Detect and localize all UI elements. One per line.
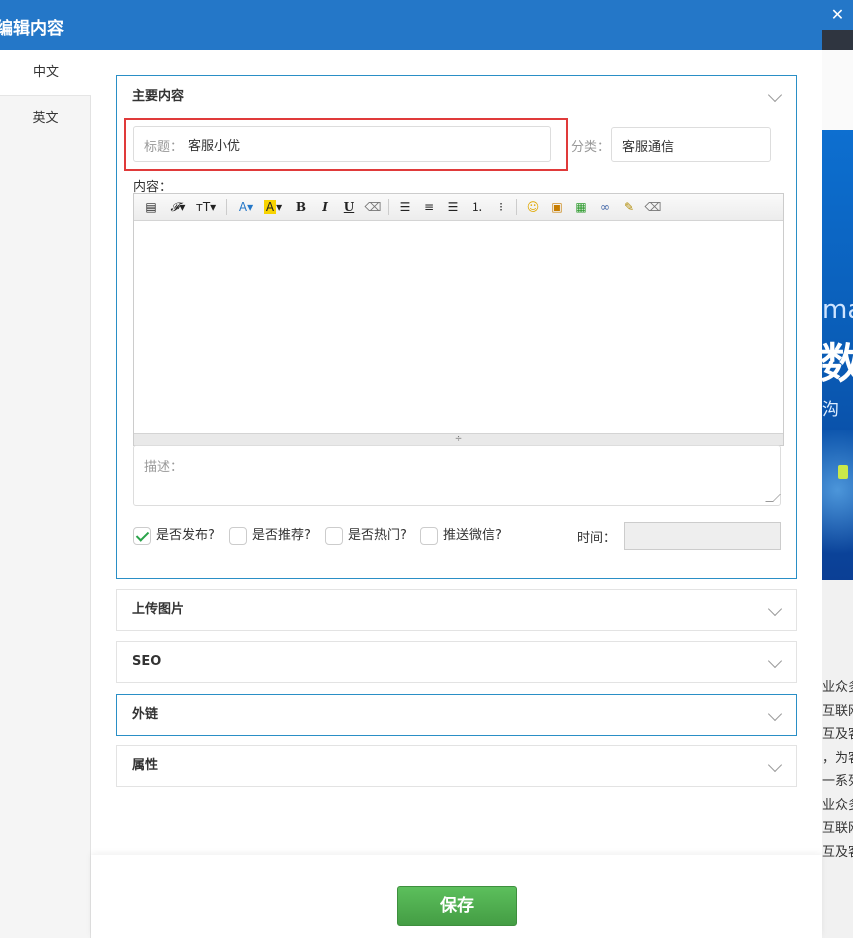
panel-external-links[interactable]: 外链: [116, 694, 797, 736]
banner-decoration: [838, 465, 848, 479]
close-icon: ✕: [830, 5, 845, 24]
toolbar-separator: [388, 199, 389, 215]
link-icon[interactable]: ∞: [595, 198, 615, 216]
editor-resize-handle[interactable]: ÷: [134, 433, 783, 445]
font-family-icon[interactable]: 𝓕▾: [166, 198, 190, 216]
panel-attributes[interactable]: 属性: [116, 745, 797, 787]
source-icon[interactable]: ▤: [141, 198, 161, 216]
background-line: 互联网: [822, 703, 853, 719]
panel-header-seo[interactable]: SEO: [117, 642, 796, 682]
resize-grip-icon[interactable]: [765, 494, 781, 502]
modal-footer: 保存: [91, 855, 822, 938]
banner-text-1: ma: [822, 295, 853, 325]
close-button[interactable]: ✕: [822, 0, 853, 30]
chevron-down-icon: [767, 87, 783, 103]
description-placeholder: 描述：: [144, 460, 184, 475]
toolbar-separator: [516, 199, 517, 215]
clear-format-icon[interactable]: ⌫: [363, 198, 383, 216]
background-line: 一系列: [822, 774, 853, 789]
paste-word-icon[interactable]: ✎: [619, 198, 639, 216]
checkbox-icon: [229, 527, 247, 545]
checkbox-icon: [325, 527, 343, 545]
edit-modal: 编辑内容 中文 英文 主要内容 标题： 分类： 客服通信: [0, 0, 822, 938]
font-color-icon[interactable]: A▾: [234, 198, 258, 216]
editor-toolbar: ▤ 𝓕▾ тT▾ A▾ A ▾ B I U ⌫ ☰ ≡ ☰ ⒈ ⁝ ☺ ▣ ▦ …: [134, 194, 783, 221]
background-banner: ma 数 沟: [822, 130, 853, 580]
checkbox-checked-icon: [133, 527, 151, 545]
background-line: 互联网: [822, 821, 853, 836]
background-line: 互及客: [822, 844, 853, 860]
panel-title: 主要内容: [132, 89, 185, 104]
tab-chinese[interactable]: 中文: [0, 50, 92, 95]
align-center-icon[interactable]: ≡: [419, 198, 439, 216]
checkbox-label: 是否推荐?: [252, 528, 311, 543]
save-button[interactable]: 保存: [397, 886, 517, 926]
background-text: 业众多 互联网 互及客 ，为客 一系列 业众多 互联网 互及客: [822, 676, 853, 864]
font-size-icon[interactable]: тT▾: [194, 198, 218, 216]
banner-glow: [822, 430, 853, 580]
panel-main-content: 主要内容 标题： 分类： 客服通信 内容： ▤ 𝓕▾: [116, 75, 797, 579]
insert-image-icon[interactable]: ▣: [547, 198, 567, 216]
background-line: ，为客: [822, 750, 853, 766]
tab-english[interactable]: 英文: [0, 95, 91, 140]
category-value: 客服通信: [622, 140, 675, 155]
background-line: 互及客: [822, 727, 853, 742]
checkbox-label: 是否热门?: [348, 528, 407, 543]
background-area: [822, 50, 853, 130]
panel-title: SEO: [132, 654, 162, 669]
ordered-list-icon[interactable]: ⒈: [467, 198, 487, 216]
panel-title: 属性: [132, 758, 159, 773]
category-field[interactable]: 客服通信: [611, 127, 771, 162]
italic-icon[interactable]: I: [315, 198, 335, 216]
category-label: 分类：: [571, 140, 611, 155]
modal-header: 编辑内容: [0, 0, 822, 50]
unordered-list-icon[interactable]: ⁝: [491, 198, 511, 216]
align-right-icon[interactable]: ☰: [443, 198, 463, 216]
modal-title: 编辑内容: [0, 19, 64, 39]
modal-content: 主要内容 标题： 分类： 客服通信 内容： ▤ 𝓕▾: [91, 50, 822, 855]
checkbox-icon: [420, 527, 438, 545]
chevron-down-icon: [767, 757, 783, 773]
chevron-down-icon: [767, 706, 783, 722]
underline-icon[interactable]: U: [339, 198, 359, 216]
background-line: 业众多: [822, 797, 853, 813]
panel-header-attributes[interactable]: 属性: [117, 746, 796, 786]
panel-header-upload[interactable]: 上传图片: [117, 590, 796, 630]
toolbar-separator: [226, 199, 227, 215]
editor-content-area[interactable]: [134, 221, 783, 433]
rich-text-editor: ▤ 𝓕▾ тT▾ A▾ A ▾ B I U ⌫ ☰ ≡ ☰ ⒈ ⁝ ☺ ▣ ▦ …: [133, 193, 784, 446]
screen: ma 数 沟 业众多 互联网 互及客 ，为客 一系列 业众多 互联网 互及客 ✕…: [0, 0, 853, 938]
emoticon-icon[interactable]: ☺: [523, 198, 543, 216]
eraser-icon[interactable]: ⌫: [643, 198, 663, 216]
chevron-down-icon: [767, 653, 783, 669]
highlight-box: [124, 118, 568, 171]
panel-title: 外链: [132, 707, 159, 722]
description-field[interactable]: 描述：: [133, 445, 781, 506]
bold-icon[interactable]: B: [291, 198, 311, 216]
time-label: 时间：: [577, 531, 617, 546]
panel-title: 上传图片: [132, 602, 185, 617]
panel-header-links[interactable]: 外链: [117, 695, 796, 735]
checkbox-label: 推送微信?: [443, 528, 502, 543]
panel-seo[interactable]: SEO: [116, 641, 797, 683]
insert-media-icon[interactable]: ▦: [571, 198, 591, 216]
banner-text-3: 沟: [822, 400, 839, 420]
background-line: 业众多: [822, 680, 853, 695]
panel-header-main[interactable]: 主要内容: [117, 76, 796, 118]
bg-color-icon[interactable]: A ▾: [261, 198, 285, 216]
time-input[interactable]: [624, 522, 781, 550]
chevron-down-icon: [767, 601, 783, 617]
checkbox-label: 是否发布?: [156, 528, 215, 543]
language-sidebar: 中文 英文: [0, 50, 92, 938]
banner-text-2: 数: [822, 339, 853, 388]
panel-upload-images[interactable]: 上传图片: [116, 589, 797, 631]
align-left-icon[interactable]: ☰: [395, 198, 415, 216]
